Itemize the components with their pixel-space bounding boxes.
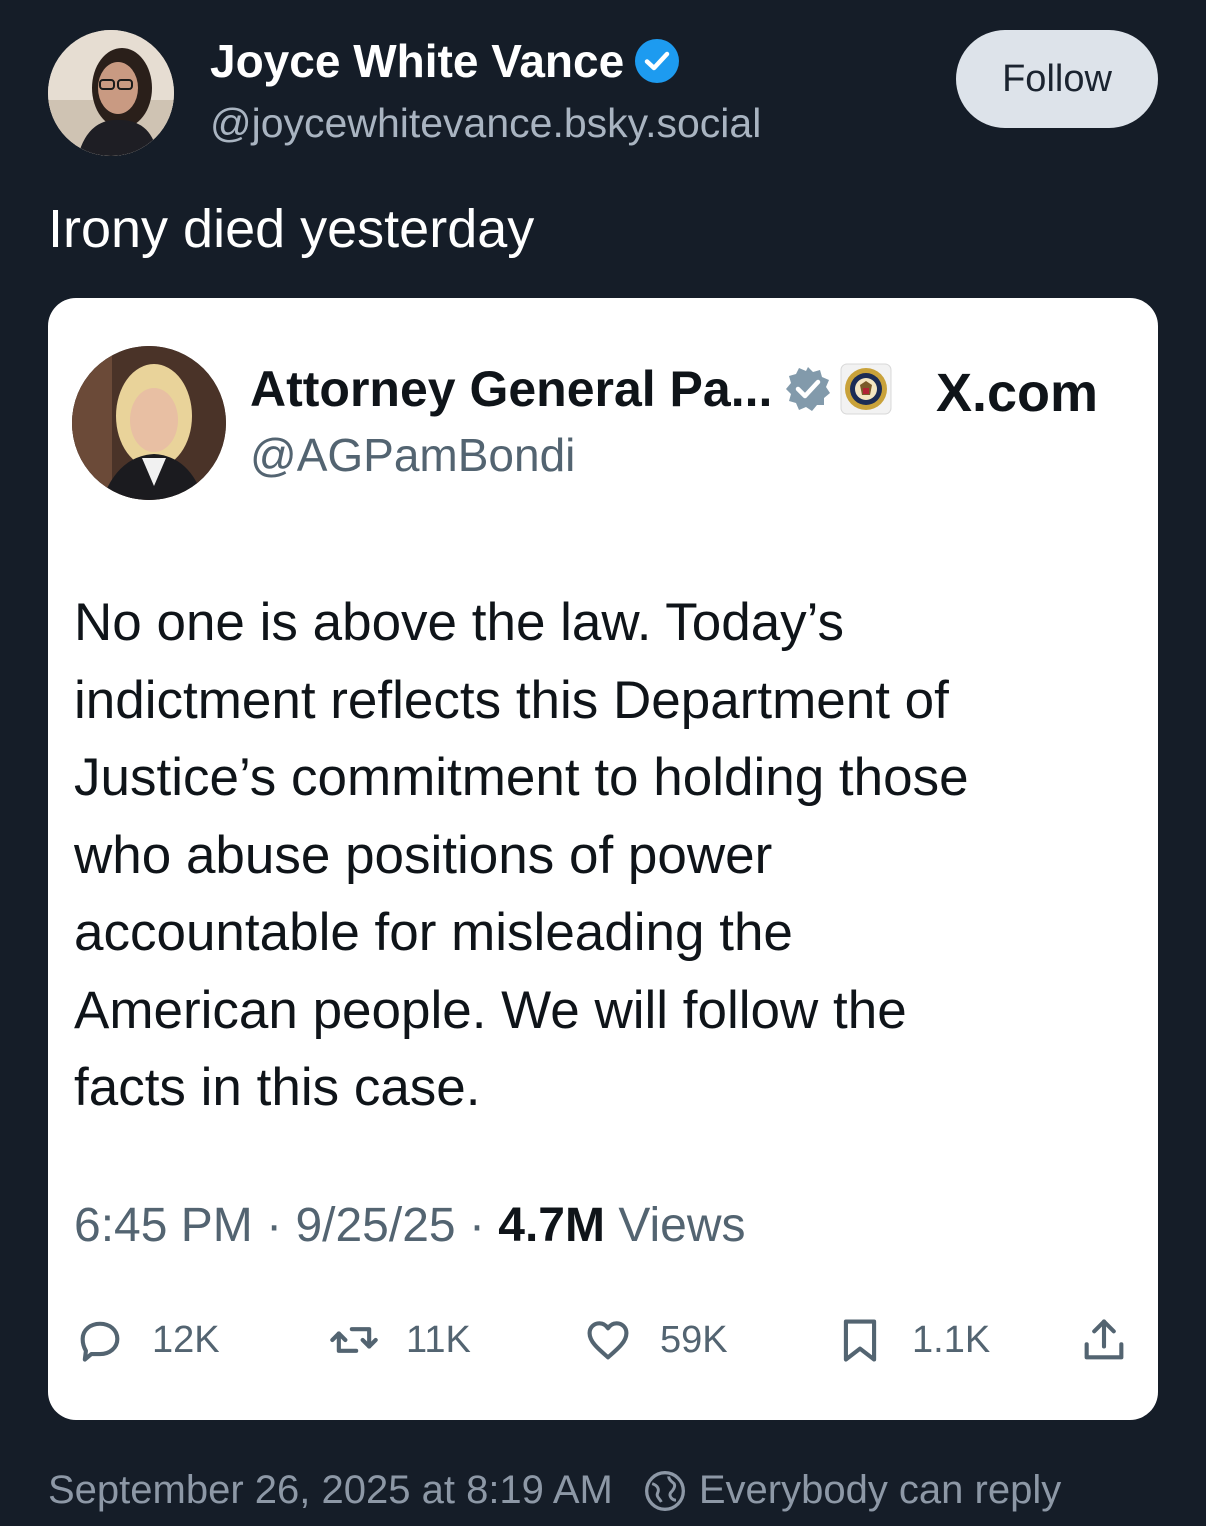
post-footer: September 26, 2025 at 8:19 AM Everybody … — [48, 1468, 1061, 1513]
quoted-text-line: facts in this case. — [74, 1058, 481, 1117]
reply-action[interactable]: 12K — [74, 1308, 220, 1372]
bookmark-action[interactable]: 1.1K — [834, 1308, 990, 1372]
post-timestamp: September 26, 2025 at 8:19 AM — [48, 1468, 613, 1512]
quoted-text-line: who abuse positions of power — [74, 825, 773, 885]
quoted-text-line: No one is above the law. Today’s — [74, 593, 845, 652]
views-label: Views — [618, 1199, 746, 1252]
repost-icon — [330, 1327, 378, 1353]
quoted-text-line: American people. We will follow the — [74, 980, 907, 1040]
follow-button[interactable]: Follow — [956, 30, 1158, 128]
quoted-author-name-text: Attorney General Pa... — [250, 361, 773, 417]
share-action[interactable] — [1078, 1308, 1130, 1372]
reply-count: 12K — [152, 1318, 220, 1361]
like-action[interactable]: 59K — [582, 1308, 728, 1372]
meta-separator: · — [266, 1199, 296, 1252]
x-com-label: X.com — [936, 363, 1099, 423]
heart-icon — [587, 1321, 629, 1360]
government-verified-badge-icon — [786, 367, 831, 411]
quoted-author-avatar — [72, 346, 226, 500]
author-display-name[interactable]: Joyce White Vance — [210, 34, 680, 88]
doj-seal-icon — [840, 363, 892, 415]
reply-setting[interactable]: Everybody can reply — [699, 1468, 1061, 1513]
author-avatar[interactable] — [48, 30, 174, 156]
author-name-text: Joyce White Vance — [210, 35, 625, 87]
quoted-author-display-name: Attorney General Pa... — [250, 360, 892, 418]
meta-separator: · — [468, 1199, 499, 1252]
repost-count: 11K — [406, 1318, 471, 1361]
post-text: Irony died yesterday — [48, 199, 535, 259]
quoted-text-line: accountable for misleading the — [74, 903, 793, 962]
bookmark-icon — [843, 1319, 877, 1362]
quoted-author-handle: @AGPamBondi — [250, 429, 576, 481]
reply-icon — [80, 1321, 120, 1362]
verified-badge-icon — [635, 39, 680, 83]
bookmark-count: 1.1K — [912, 1318, 991, 1361]
share-icon — [1084, 1319, 1124, 1360]
quoted-post-text: No one is above the law. Today’s indictm… — [74, 584, 1134, 1127]
quoted-time: 6:45 PM — [74, 1199, 253, 1252]
embedded-post-card[interactable]: Attorney General Pa... @AGPamBondi X.com… — [48, 298, 1158, 1420]
repost-action[interactable]: 11K — [328, 1308, 471, 1372]
quoted-text-line: indictment reflects this Department of — [74, 670, 949, 730]
like-count: 59K — [660, 1318, 728, 1361]
globe-icon — [644, 1470, 685, 1511]
quoted-action-bar: 12K 11K 59K 1.1K — [74, 1308, 1134, 1372]
quoted-post-meta: 6:45 PM · 9/25/25 · 4.7M Views — [74, 1198, 746, 1253]
author-handle[interactable]: @joycewhitevance.bsky.social — [210, 100, 761, 147]
quoted-text-line: Justice’s commitment to holding those — [74, 748, 969, 807]
views-count: 4.7M — [498, 1199, 605, 1252]
quoted-date: 9/25/25 — [295, 1199, 456, 1252]
